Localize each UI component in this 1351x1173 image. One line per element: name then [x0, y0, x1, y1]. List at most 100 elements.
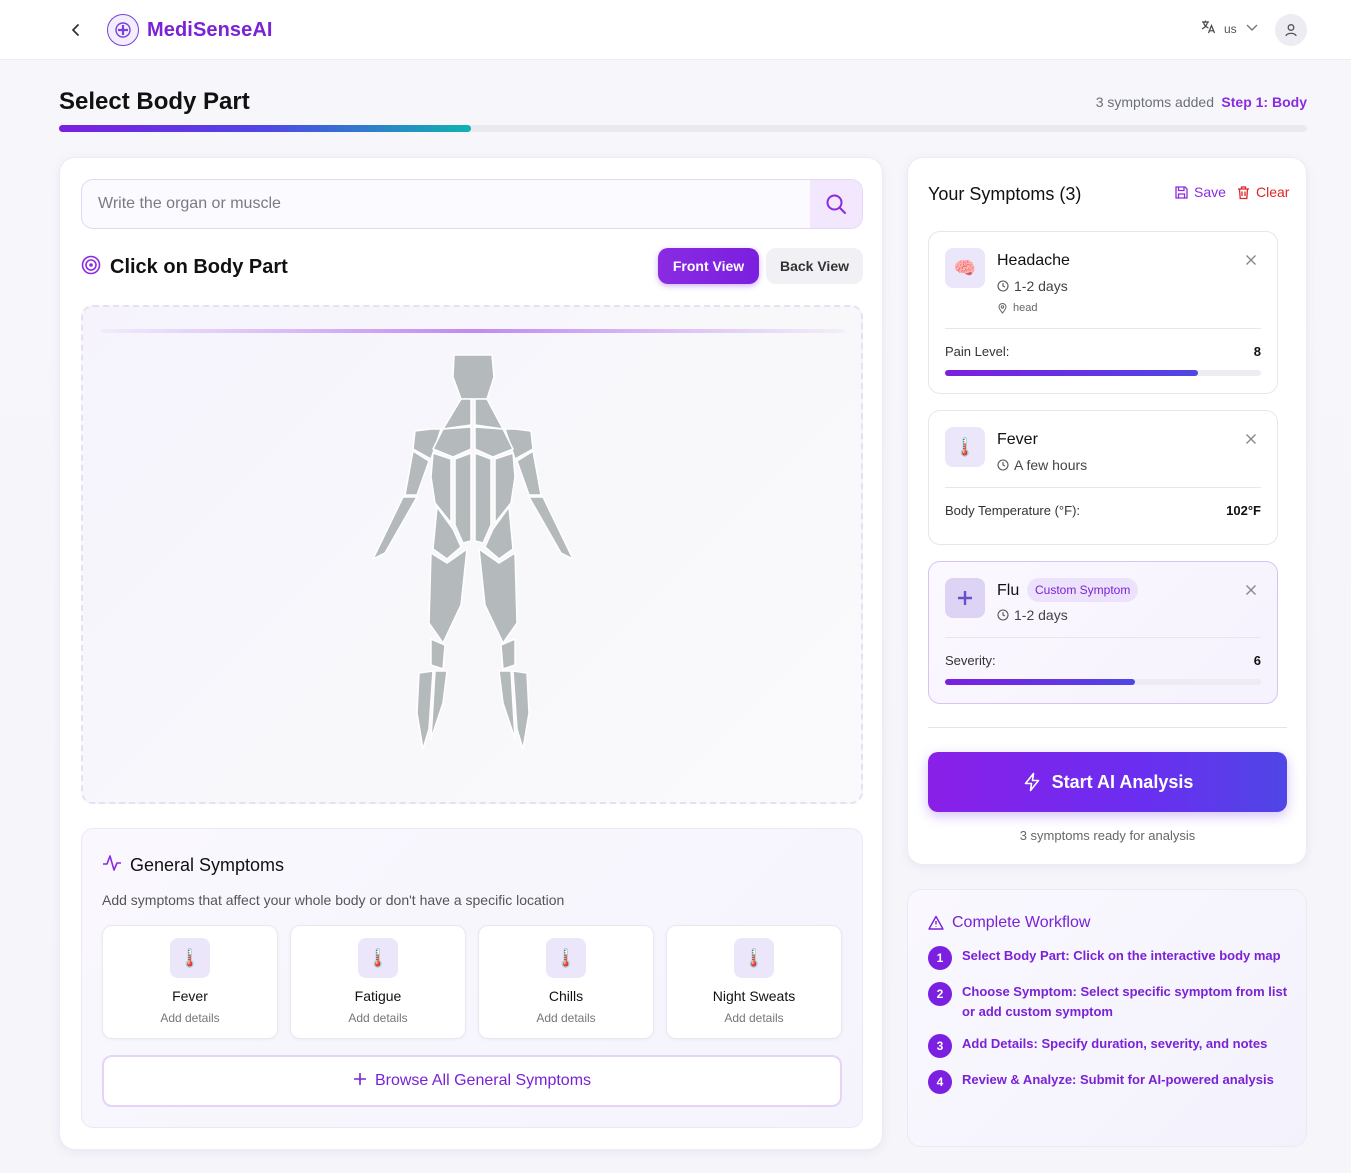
remove-symptom-button[interactable] [1241, 250, 1261, 270]
body-part-knee-left[interactable] [430, 638, 446, 670]
save-icon [1175, 185, 1188, 199]
close-icon [1246, 434, 1256, 444]
general-symptom-name: Chills [548, 988, 584, 1004]
body-part-thigh-left[interactable] [428, 548, 468, 644]
symptom-card-fever[interactable]: 🌡️ Fever A few hours Body Temperature (°… [928, 410, 1278, 545]
progress-fill [59, 125, 471, 132]
pain-level-label: Pain Level: [945, 344, 1010, 359]
activity-icon [102, 853, 122, 878]
severity-label: Severity: [945, 653, 996, 668]
brand-name[interactable]: MediSenseAI [147, 19, 273, 42]
divider [945, 328, 1261, 329]
save-button[interactable]: Save [1174, 184, 1226, 200]
symptom-card-headache[interactable]: 🧠 Headache 1-2 days head Pain Level: 8 [928, 231, 1278, 394]
thermometer-icon: 🌡️ [358, 938, 398, 978]
back-arrow-icon[interactable] [64, 18, 88, 42]
search-icon [826, 194, 846, 214]
step-number: 3 [928, 1034, 952, 1058]
close-icon [1246, 585, 1256, 595]
pain-level-bar [945, 370, 1261, 376]
search-button[interactable] [810, 180, 862, 228]
close-icon [1246, 255, 1256, 265]
body-part-upper-arm-right[interactable] [516, 450, 542, 496]
symptom-location: head [997, 302, 1037, 314]
body-part-upper-arm-left[interactable] [404, 450, 430, 496]
symptom-duration-text: 1-2 days [1014, 607, 1068, 623]
step-text: Review & Analyze: Submit for AI-powered … [962, 1072, 1274, 1087]
save-label: Save [1194, 184, 1226, 200]
front-view-button[interactable]: Front View [658, 248, 759, 284]
plus-icon [945, 578, 985, 618]
general-symptoms-description: Add symptoms that affect your whole body… [102, 892, 565, 908]
clear-button[interactable]: Clear [1236, 184, 1289, 200]
progress-bar [59, 125, 1307, 132]
general-symptom-name: Fever [172, 988, 208, 1004]
body-part-abdomen-right[interactable] [474, 452, 492, 544]
symptom-duration: A few hours [997, 457, 1087, 473]
symptom-location-text: head [1013, 302, 1038, 314]
symptom-duration: 1-2 days [997, 607, 1068, 623]
general-symptom-sub: Add details [724, 1011, 784, 1025]
symptoms-added-count: 3 symptoms added [1095, 94, 1214, 110]
general-symptoms-header: General Symptoms [102, 853, 284, 878]
browse-label: Browse All General Symptoms [374, 1072, 592, 1089]
divider [945, 487, 1261, 488]
symptom-name: Flu [997, 582, 1020, 599]
general-symptom-name: Night Sweats [712, 988, 796, 1004]
thermometer-icon: 🌡️ [945, 427, 985, 467]
remove-symptom-button[interactable] [1241, 580, 1261, 600]
general-symptom-sub: Add details [536, 1011, 596, 1025]
body-temperature-value: 102°F [1226, 503, 1261, 518]
workflow-step: 4 Review & Analyze: Submit for AI-powere… [928, 1070, 1288, 1094]
general-symptoms-title: General Symptoms [130, 855, 285, 875]
step-text: Add Details: Specify duration, severity,… [962, 1036, 1268, 1051]
step-number: 1 [928, 946, 952, 970]
body-selection-card: Click on Body Part Front View Back View [59, 157, 883, 1150]
ready-status-text: 3 symptoms ready for analysis [1019, 828, 1196, 843]
general-symptom-name: Fatigue [354, 988, 402, 1004]
logo-icon [107, 14, 139, 46]
start-ai-analysis-button[interactable]: Start AI Analysis [928, 752, 1287, 812]
severity-bar [945, 679, 1261, 685]
body-part-forearm-right[interactable] [528, 496, 574, 560]
back-view-button[interactable]: Back View [766, 248, 863, 284]
general-symptom-fever[interactable]: 🌡️ Fever Add details [102, 925, 278, 1039]
analyze-label: Start AI Analysis [1051, 771, 1194, 792]
search-input[interactable] [82, 180, 812, 228]
body-part-head[interactable] [452, 354, 495, 400]
browse-general-symptoms-button[interactable]: Browse All General Symptoms [102, 1055, 842, 1107]
remove-symptom-button[interactable] [1241, 429, 1261, 449]
user-avatar[interactable] [1275, 14, 1307, 46]
thermometer-icon: 🌡️ [170, 938, 210, 978]
top-bar: MediSenseAI us [0, 0, 1351, 60]
body-part-abdomen-left[interactable] [454, 452, 472, 544]
body-part-neck-right[interactable] [474, 398, 504, 430]
body-part-thigh-right[interactable] [478, 548, 518, 644]
chevron-down-icon [1245, 20, 1259, 37]
body-part-knee-right[interactable] [500, 638, 516, 670]
workflow-step: 2 Choose Symptom: Select specific sympto… [928, 982, 1288, 1022]
language-selector[interactable]: us [1200, 19, 1259, 38]
body-temperature-label: Body Temperature (°F): [945, 503, 1081, 518]
body-part-neck-left[interactable] [442, 398, 472, 430]
symptom-name: Fever [997, 431, 1038, 448]
workflow-card: Complete Workflow 1 Select Body Part: Cl… [907, 889, 1307, 1147]
your-symptoms-title: Your Symptoms (3) [928, 184, 1082, 204]
general-symptom-night-sweats[interactable]: 🌡️ Night Sweats Add details [666, 925, 842, 1039]
user-icon [1285, 24, 1297, 37]
symptom-card-flu[interactable]: Flu Custom Symptom 1-2 days Severity: 6 [928, 561, 1278, 704]
body-part-calf-left[interactable] [430, 670, 448, 740]
step-text: Choose Symptom: Select specific symptom … [962, 984, 1288, 1019]
workflow-step: 1 Select Body Part: Click on the interac… [928, 946, 1288, 970]
body-part-forearm-left[interactable] [372, 496, 418, 560]
target-icon [81, 255, 101, 280]
page-title: Select Body Part [59, 88, 250, 115]
general-symptom-chills[interactable]: 🌡️ Chills Add details [478, 925, 654, 1039]
thermometer-icon: 🌡️ [546, 938, 586, 978]
general-symptom-fatigue[interactable]: 🌡️ Fatigue Add details [290, 925, 466, 1039]
decorative-divider [101, 329, 845, 333]
body-part-calf-right[interactable] [498, 670, 516, 740]
workflow-step: 3 Add Details: Specify duration, severit… [928, 1034, 1288, 1058]
general-symptom-sub: Add details [160, 1011, 220, 1025]
custom-symptom-badge: Custom Symptom [1027, 578, 1139, 602]
